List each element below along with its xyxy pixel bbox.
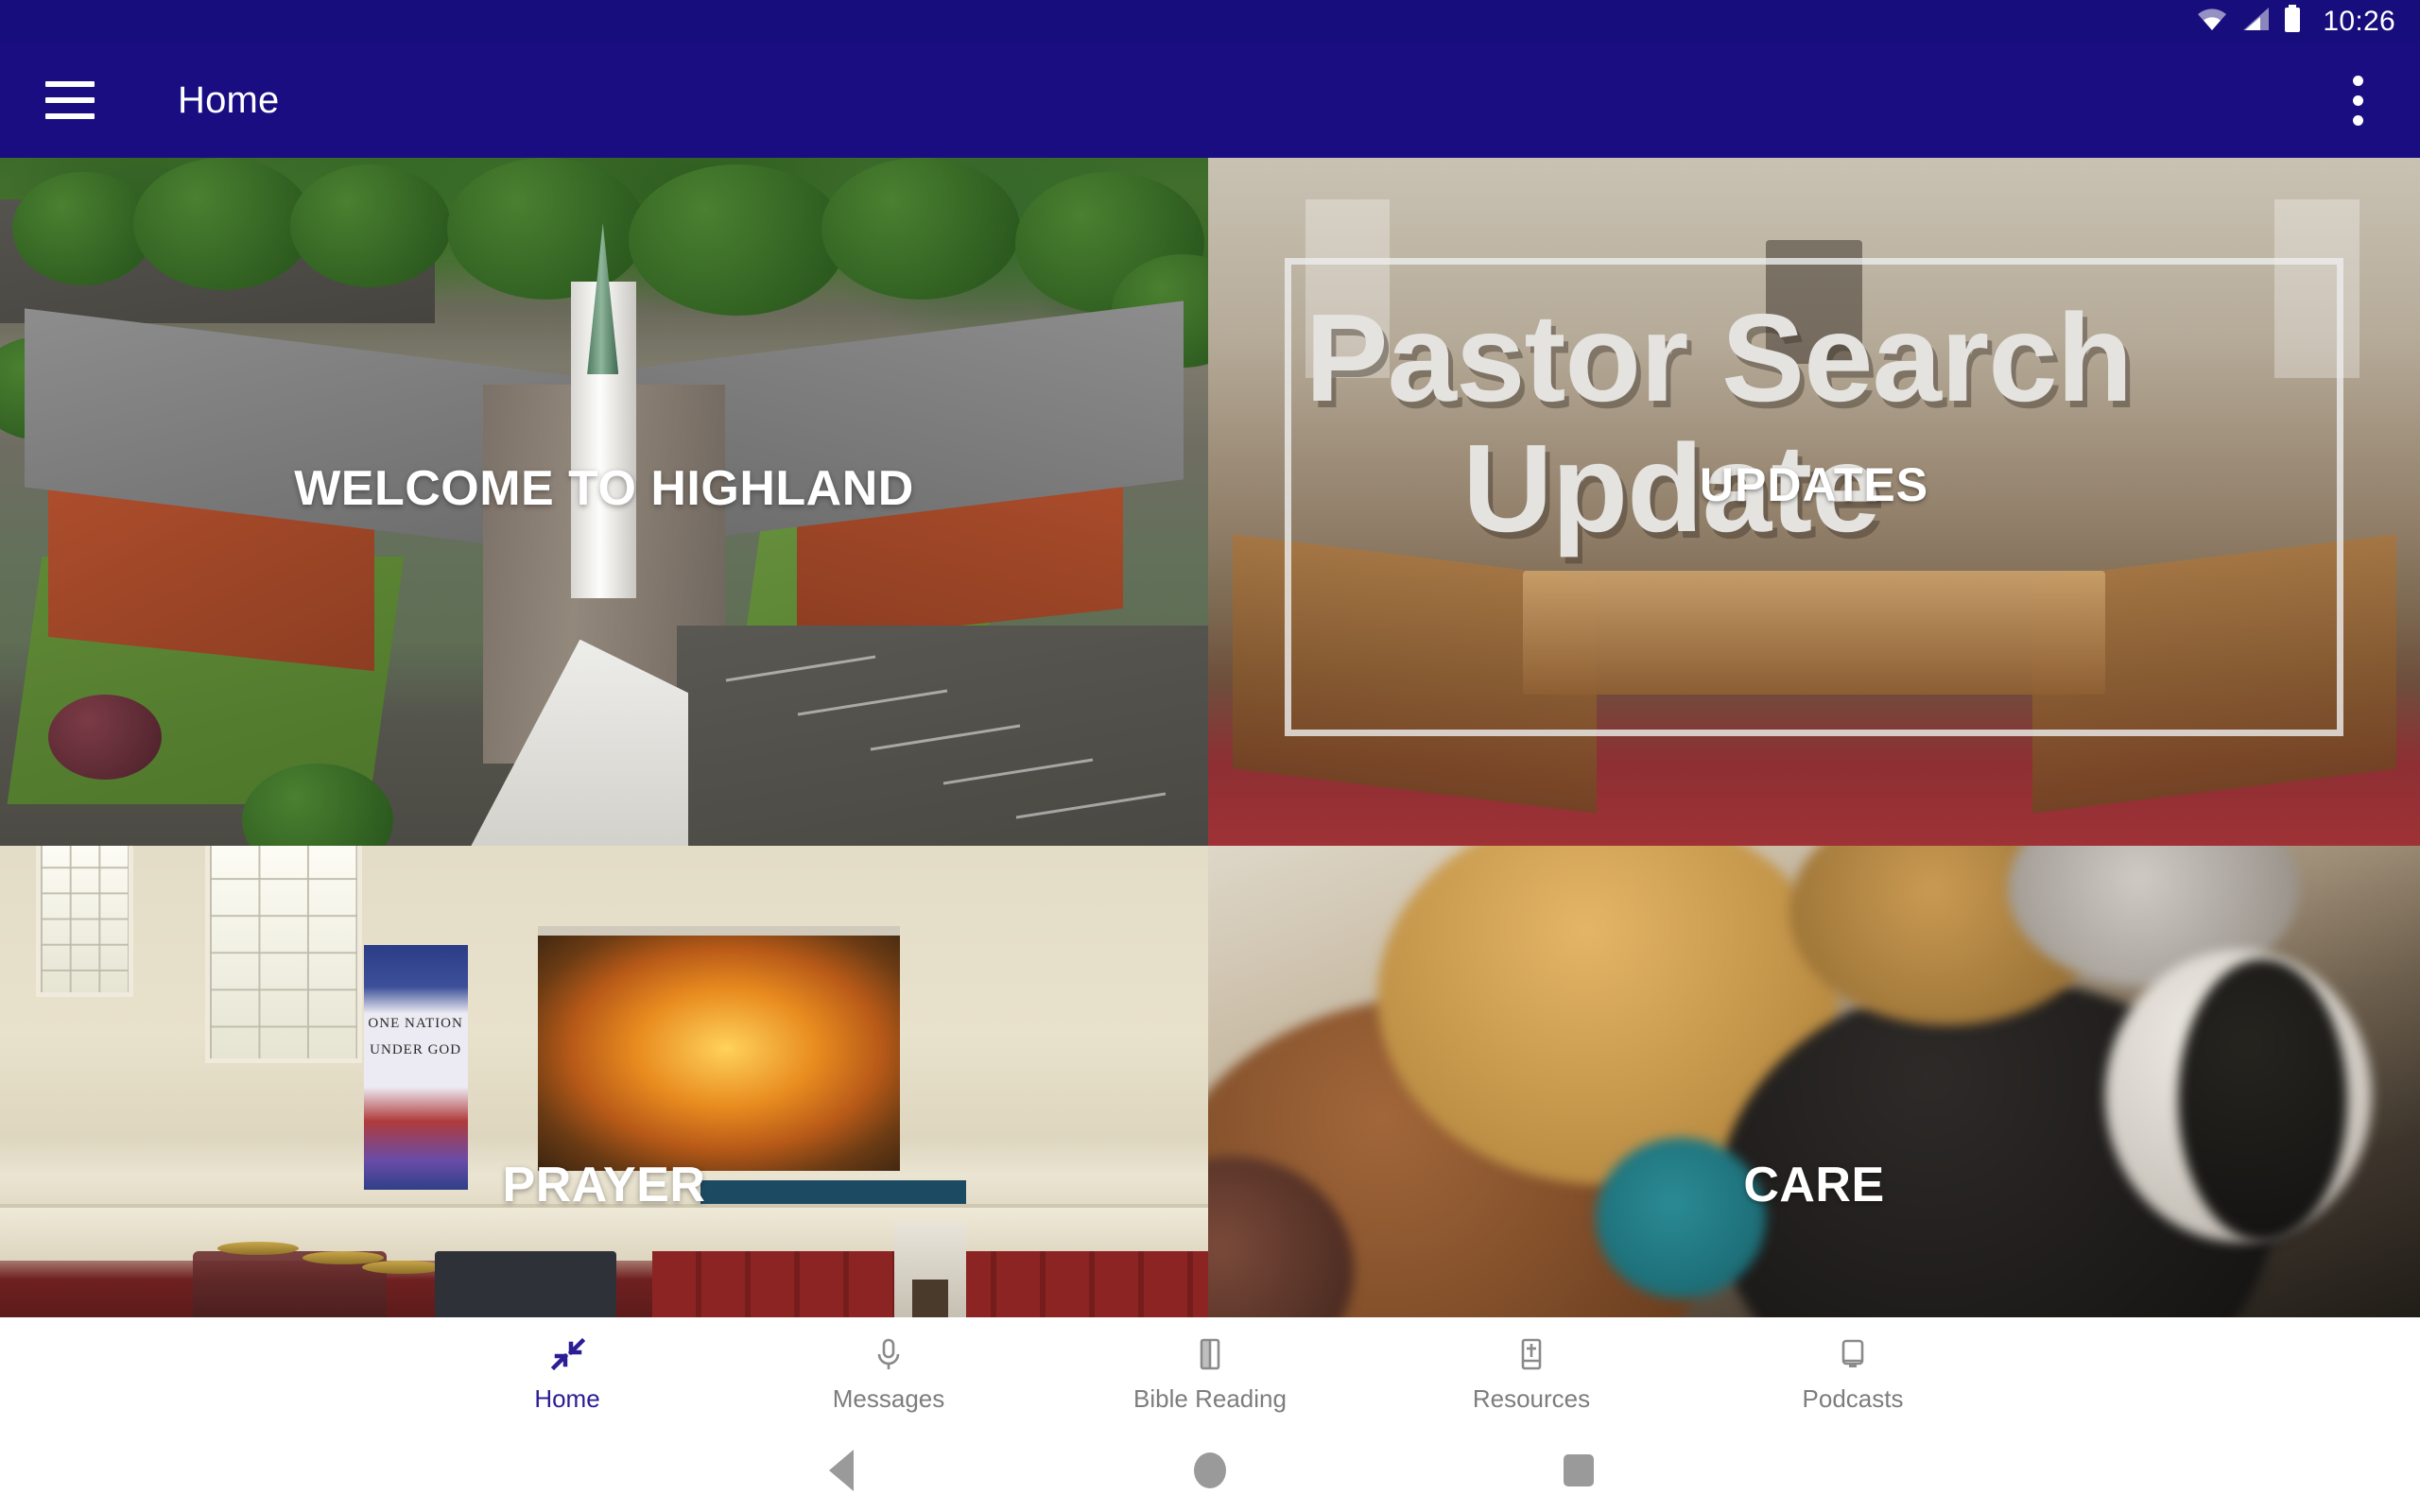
monitor-icon [1832,1333,1874,1375]
recents-square-icon[interactable] [1546,1437,1612,1503]
nav-item-resources[interactable]: Resources [1371,1333,1692,1414]
tile-care-image [1208,846,2420,1317]
battery-icon [2283,5,2302,38]
status-bar: 10:26 [0,0,2420,43]
tile-prayer-label: PRAYER [502,1158,706,1213]
open-book-icon [1189,1333,1231,1375]
microphone-icon [868,1333,909,1375]
menu-bar-1 [45,81,95,87]
tile-prayer[interactable]: ONE NATION UNDER GOD PRAYER [0,846,1208,1317]
nav-label-podcasts: Podcasts [1802,1383,1904,1413]
wifi-icon [2196,7,2228,36]
tile-care-label: CARE [1743,1158,1885,1213]
nav-item-bible-reading[interactable]: Bible Reading [1049,1333,1371,1414]
tile-pastor-search-graphic-line1: Pastor Search [1305,287,2134,427]
tile-welcome-label: WELCOME TO HIGHLAND [294,461,914,517]
overflow-menu-icon[interactable] [2314,57,2401,144]
nav-label-bible-reading: Bible Reading [1133,1383,1287,1413]
tile-pastor-search-updates[interactable]: Pastor Search Update UPDATES [1208,158,2420,846]
nav-item-messages[interactable]: Messages [728,1333,1049,1414]
tile-care[interactable]: CARE [1208,846,2420,1317]
nav-item-podcasts[interactable]: Podcasts [1692,1333,2014,1414]
prayer-projection-screen [537,925,901,1172]
bottom-navigation-bar: Home Messages Bible Reading Resources Po… [0,1317,2420,1429]
back-triangle-icon[interactable] [808,1437,874,1503]
tile-prayer-image: ONE NATION UNDER GOD [0,846,1208,1317]
tile-welcome-to-highland[interactable]: WELCOME TO HIGHLAND [0,158,1208,846]
cell-signal-icon [2241,7,2270,36]
nav-item-home[interactable]: Home [406,1333,728,1414]
hamburger-menu-icon[interactable] [26,57,113,144]
prayer-flag-banner: ONE NATION UNDER GOD [363,944,468,1191]
menu-bar-2 [45,97,95,103]
overflow-dot-2 [2352,94,2363,106]
nav-label-messages: Messages [832,1383,945,1413]
home-circle-icon[interactable] [1177,1437,1243,1503]
overflow-dot-1 [2352,75,2363,86]
menu-bar-3 [45,113,95,119]
page-title: Home [178,78,280,121]
collapse-arrows-icon [546,1333,588,1375]
prayer-banner-text: ONE NATION UNDER GOD [368,1015,463,1057]
nav-label-home: Home [534,1383,600,1413]
bible-with-cross-icon [1511,1333,1552,1375]
app-bar: Home [0,43,2420,158]
nav-label-resources: Resources [1472,1383,1591,1413]
tile-pastor-search-label: UPDATES [1699,457,1929,511]
status-bar-clock: 10:26 [2323,5,2395,37]
home-tile-grid: WELCOME TO HIGHLAND Pastor Search Update… [0,158,2420,1317]
overflow-dot-3 [2352,114,2363,126]
android-system-navigation [0,1429,2420,1512]
